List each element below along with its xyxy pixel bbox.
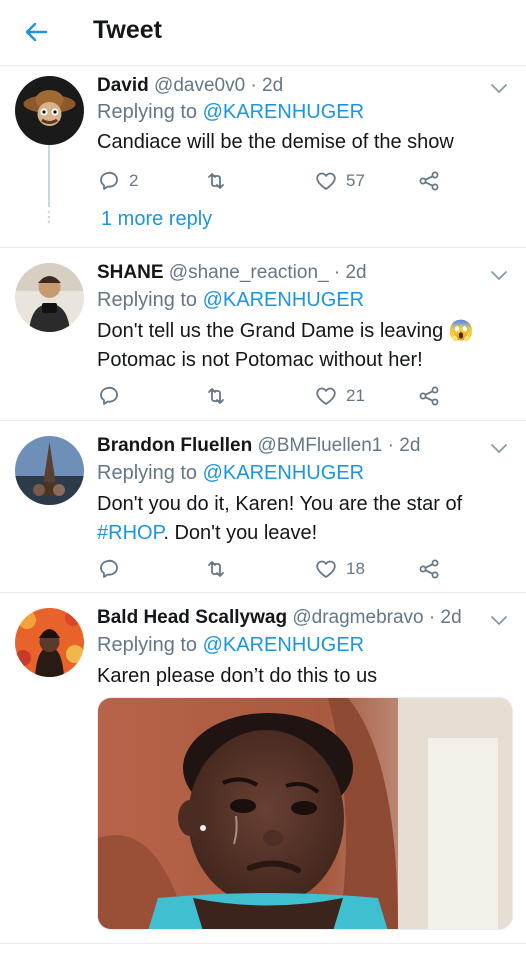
reply-count: 2 — [129, 171, 139, 190]
display-name[interactable]: Bald Head Scallywag — [97, 607, 287, 628]
timestamp[interactable]: 2d — [399, 435, 420, 456]
like-button[interactable]: 57 — [314, 168, 365, 194]
retweet-icon — [208, 561, 224, 577]
scream-emoji: 😱 — [448, 320, 474, 342]
replying-to: Replying to @KARENHUGER — [97, 289, 364, 312]
user-handle[interactable]: @BMFluellen1 — [257, 435, 382, 456]
tweet-actions: 21 — [97, 383, 497, 409]
tweet-text-line: Don't tell us the Grand Dame is leaving — [97, 320, 444, 342]
tweet-text-line: . Don't you leave! — [163, 522, 318, 544]
tweet-text-line: Don't you do it, Karen! You are the star… — [97, 493, 463, 515]
like-count: 21 — [346, 386, 365, 405]
hashtag-link[interactable]: #RHOP — [97, 522, 163, 544]
share-button[interactable] — [417, 168, 441, 194]
top-bar: Tweet — [0, 0, 526, 66]
replying-prefix: Replying to — [97, 289, 198, 311]
chevron-down-icon[interactable] — [490, 442, 508, 454]
mention-link[interactable]: @KARENHUGER — [203, 101, 364, 123]
replying-prefix: Replying to — [97, 462, 198, 484]
tweet-text-line: Potomac is not Potomac without her! — [97, 349, 423, 371]
tweet-text: Don't you do it, Karen! You are the star… — [97, 490, 507, 548]
user-handle[interactable]: @dragmebravo — [292, 607, 423, 628]
share-icon — [419, 559, 439, 579]
reply-button[interactable]: 2 — [97, 168, 138, 194]
heart-icon — [316, 560, 336, 578]
tweet-media-image[interactable] — [97, 697, 513, 930]
tweet-text: Don't tell us the Grand Dame is leaving … — [97, 317, 507, 375]
reply-tweet-david[interactable]: David @dave0v0 · 2d Replying to @KARENHU… — [0, 67, 526, 248]
reply-tweet-brandon[interactable]: Brandon Fluellen @BMFluellen1 · 2d Reply… — [0, 422, 526, 593]
tweet-header: Bald Head Scallywag @dragmebravo · 2d — [97, 607, 462, 629]
retweet-button[interactable] — [204, 383, 236, 409]
display-name[interactable]: SHANE — [97, 262, 164, 283]
reply-button[interactable] — [97, 556, 129, 582]
mention-link[interactable]: @KARENHUGER — [203, 289, 364, 311]
retweet-icon — [208, 388, 224, 404]
thread-line — [48, 145, 50, 207]
more-replies-link[interactable]: 1 more reply — [101, 208, 212, 231]
page-title: Tweet — [93, 16, 162, 44]
reply-icon — [100, 386, 118, 405]
reply-icon — [100, 559, 118, 578]
mention-link[interactable]: @KARENHUGER — [203, 462, 364, 484]
replying-prefix: Replying to — [97, 101, 198, 123]
retweet-button[interactable] — [204, 556, 236, 582]
chevron-down-icon[interactable] — [490, 614, 508, 626]
separator-dot: · — [428, 607, 436, 628]
display-name[interactable]: David — [97, 75, 149, 96]
mention-link[interactable]: @KARENHUGER — [203, 634, 364, 656]
like-count: 18 — [346, 559, 365, 578]
tweet-actions: 18 — [97, 556, 497, 582]
replying-prefix: Replying to — [97, 634, 198, 656]
separator-dot: · — [333, 262, 341, 283]
tweet-text: Karen please don’t do this to us — [97, 665, 378, 687]
tweet-header: SHANE @shane_reaction_ · 2d — [97, 262, 367, 284]
heart-icon — [316, 172, 336, 190]
reply-button[interactable] — [97, 383, 129, 409]
user-handle[interactable]: @dave0v0 — [154, 75, 245, 96]
reply-tweet-shane[interactable]: SHANE @shane_reaction_ · 2d Replying to … — [0, 249, 526, 421]
replying-to: Replying to @KARENHUGER — [97, 462, 364, 485]
display-name[interactable]: Brandon Fluellen — [97, 435, 252, 456]
separator-dot: · — [250, 75, 257, 96]
share-button[interactable] — [417, 556, 441, 582]
avatar[interactable] — [15, 263, 84, 332]
share-icon — [419, 171, 439, 191]
retweet-button[interactable] — [204, 168, 236, 194]
like-button[interactable]: 21 — [314, 383, 365, 409]
avatar[interactable] — [15, 76, 84, 145]
chevron-down-icon[interactable] — [490, 269, 508, 281]
share-button[interactable] — [417, 383, 441, 409]
replying-to: Replying to @KARENHUGER — [97, 101, 364, 124]
replying-to: Replying to @KARENHUGER — [97, 634, 364, 657]
thread-dots — [47, 210, 51, 229]
like-button[interactable]: 18 — [314, 556, 365, 582]
chevron-down-icon[interactable] — [490, 82, 508, 94]
tweet-actions: 2 57 — [97, 168, 497, 194]
timestamp[interactable]: 2d — [441, 607, 462, 628]
user-handle[interactable]: @shane_reaction_ — [169, 262, 329, 283]
like-count: 57 — [346, 171, 365, 190]
back-arrow-icon[interactable] — [22, 18, 50, 46]
share-icon — [419, 386, 439, 406]
reply-icon — [100, 171, 118, 190]
avatar[interactable] — [15, 608, 84, 677]
tweet-header: David @dave0v0 · 2d — [97, 75, 283, 97]
tweet-header: Brandon Fluellen @BMFluellen1 · 2d — [97, 435, 420, 457]
separator-dot: · — [387, 435, 394, 456]
timestamp[interactable]: 2d — [345, 262, 366, 283]
timestamp[interactable]: 2d — [262, 75, 283, 96]
retweet-icon — [208, 173, 224, 189]
avatar[interactable] — [15, 436, 84, 505]
tweet-text: Candiace will be the demise of the show — [97, 131, 454, 153]
heart-icon — [316, 387, 336, 405]
